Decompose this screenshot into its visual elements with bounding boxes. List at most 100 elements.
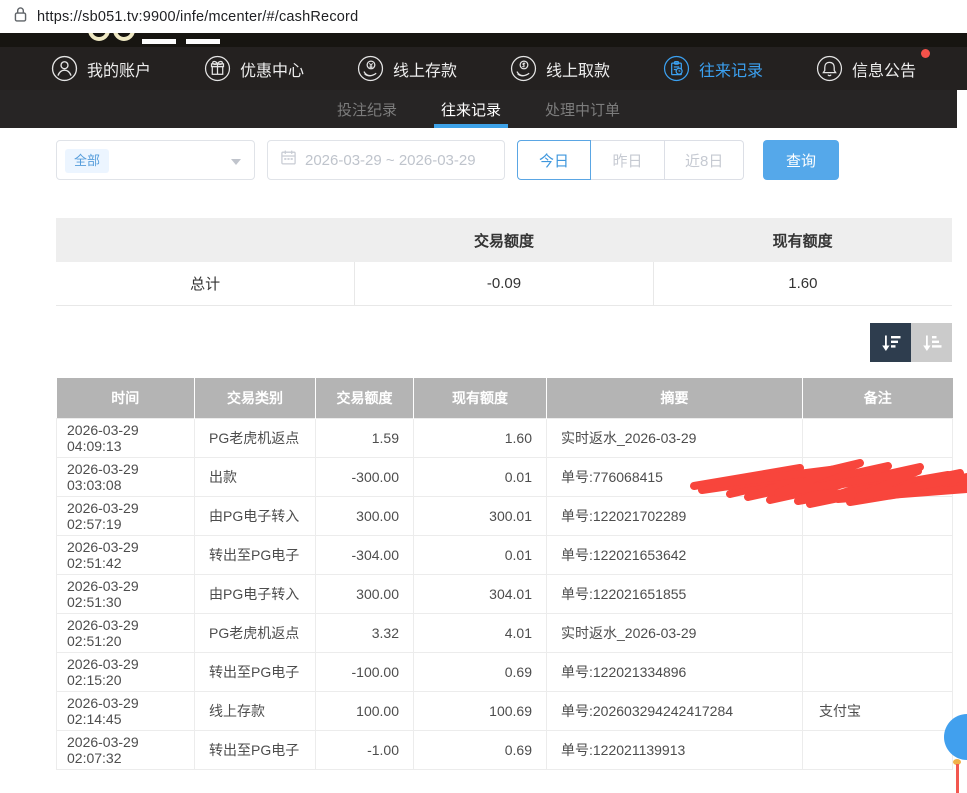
- logo-shape: [186, 39, 220, 44]
- url-text[interactable]: https://sb051.tv:9900/infe/mcenter/#/cas…: [37, 9, 358, 25]
- date-range-value[interactable]: 2026-03-29 ~ 2026-03-29: [305, 152, 476, 169]
- table-cell: 单号:776068415: [547, 457, 803, 496]
- table-cell: 单号:122021334896: [547, 652, 803, 691]
- table-cell: 转出至PG电子: [195, 535, 316, 574]
- table-cell: [803, 730, 953, 769]
- table-cell: 2026-03-29 02:51:30: [57, 574, 195, 613]
- table-cell: -300.00: [316, 457, 414, 496]
- tab-pending-orders[interactable]: 处理中订单: [542, 90, 623, 128]
- table-cell: 2026-03-29 02:51:42: [57, 535, 195, 574]
- table-header-row: 时间 交易类别 交易额度 现有额度 摘要 备注: [57, 378, 953, 418]
- table-cell: [803, 496, 953, 535]
- query-button[interactable]: 查询: [763, 140, 839, 180]
- table-cell: 3.32: [316, 613, 414, 652]
- nav-label: 线上存款: [393, 57, 457, 81]
- table-cell: [803, 535, 953, 574]
- lock-icon: [13, 6, 28, 28]
- table-cell: 100.00: [316, 691, 414, 730]
- summary-balance-total: 1.60: [653, 262, 952, 305]
- table-cell: 2026-03-29 03:03:08: [57, 457, 195, 496]
- nav-label: 往来记录: [699, 57, 763, 81]
- main-navigation: 我的账户 优惠中心 线上存款: [0, 47, 967, 90]
- logo-shape: [142, 39, 176, 44]
- table-cell: 实时返水_2026-03-29: [547, 613, 803, 652]
- table-cell: 0.69: [414, 730, 547, 769]
- gift-icon: [204, 55, 231, 82]
- table-cell: 300.01: [414, 496, 547, 535]
- table-cell: 单号:122021653642: [547, 535, 803, 574]
- header-trade-amount: 交易额度: [316, 378, 414, 418]
- table-cell: [803, 652, 953, 691]
- nav-label: 优惠中心: [240, 57, 304, 81]
- table-cell: 4.01: [414, 613, 547, 652]
- last-8-days-button[interactable]: 近8日: [665, 140, 744, 180]
- table-row: 2026-03-29 02:51:42转出至PG电子-304.000.01单号:…: [57, 535, 953, 574]
- table-cell: 100.69: [414, 691, 547, 730]
- date-range-input[interactable]: 2026-03-29 ~ 2026-03-29: [267, 140, 505, 180]
- table-cell: 2026-03-29 02:14:45: [57, 691, 195, 730]
- table-cell: 0.01: [414, 535, 547, 574]
- table-cell: 0.01: [414, 457, 547, 496]
- today-button[interactable]: 今日: [517, 140, 591, 180]
- summary-table: 交易额度 现有额度 总计 -0.09 1.60: [56, 218, 952, 306]
- table-cell: 0.69: [414, 652, 547, 691]
- table-cell: 300.00: [316, 574, 414, 613]
- table-row: 2026-03-29 02:51:30由PG电子转入300.00304.01单号…: [57, 574, 953, 613]
- table-cell: 2026-03-29 04:09:13: [57, 418, 195, 457]
- table-cell: 实时返水_2026-03-29: [547, 418, 803, 457]
- summary-row: 总计 -0.09 1.60: [56, 262, 952, 305]
- sort-descending-icon: [879, 331, 903, 355]
- sort-descending-button[interactable]: [870, 323, 911, 362]
- table-cell: -1.00: [316, 730, 414, 769]
- table-cell: 300.00: [316, 496, 414, 535]
- chevron-down-icon: [231, 159, 241, 165]
- table-row: 2026-03-29 02:15:20转出至PG电子-100.000.69单号:…: [57, 652, 953, 691]
- summary-header-balance: 现有额度: [653, 218, 952, 262]
- table-cell: 304.01: [414, 574, 547, 613]
- table-cell: [803, 613, 953, 652]
- header-summary: 摘要: [547, 378, 803, 418]
- table-cell: 2026-03-29 02:07:32: [57, 730, 195, 769]
- calendar-icon: [280, 149, 297, 171]
- notification-dot: [921, 49, 930, 58]
- nav-item-withdraw[interactable]: 线上取款: [508, 55, 612, 82]
- summary-header-empty: [56, 218, 355, 262]
- table-row: 2026-03-29 02:07:32转出至PG电子-1.000.69单号:12…: [57, 730, 953, 769]
- summary-trade-total: -0.09: [355, 262, 654, 305]
- table-row: 2026-03-29 03:03:08出款-300.000.01单号:77606…: [57, 457, 953, 496]
- yesterday-button[interactable]: 昨日: [591, 140, 665, 180]
- table-cell: 转出至PG电子: [195, 730, 316, 769]
- table-cell: 2026-03-29 02:15:20: [57, 652, 195, 691]
- transaction-type-select[interactable]: 全部: [56, 140, 255, 180]
- table-cell: PG老虎机返点: [195, 418, 316, 457]
- record-subtabs: 投注纪录 往来记录 处理中订单: [0, 90, 957, 128]
- browser-url-bar[interactable]: https://sb051.tv:9900/infe/mcenter/#/cas…: [0, 0, 967, 33]
- table-cell: [803, 574, 953, 613]
- site-logo-partial: [0, 33, 967, 47]
- sort-ascending-button[interactable]: [911, 323, 952, 362]
- table-cell: [803, 418, 953, 457]
- nav-item-deposit[interactable]: 线上存款: [355, 55, 459, 82]
- table-cell: 单号:122021702289: [547, 496, 803, 535]
- nav-item-announcements[interactable]: 信息公告: [814, 55, 918, 82]
- table-cell: 2026-03-29 02:57:19: [57, 496, 195, 535]
- table-cell: 线上存款: [195, 691, 316, 730]
- selected-type-chip[interactable]: 全部: [65, 149, 109, 173]
- table-cell: 单号:202603294242417284: [547, 691, 803, 730]
- table-cell: 单号:122021139913: [547, 730, 803, 769]
- table-cell: 单号:122021651855: [547, 574, 803, 613]
- tab-cash-records[interactable]: 往来记录: [438, 90, 504, 128]
- table-row: 2026-03-29 04:09:13PG老虎机返点1.591.60实时返水_2…: [57, 418, 953, 457]
- header-transaction-type: 交易类别: [195, 378, 316, 418]
- nav-item-my-account[interactable]: 我的账户: [49, 55, 153, 82]
- table-row: 2026-03-29 02:57:19由PG电子转入300.00300.01单号…: [57, 496, 953, 535]
- table-cell: -304.00: [316, 535, 414, 574]
- sort-ascending-icon: [920, 331, 944, 355]
- table-cell: 1.59: [316, 418, 414, 457]
- nav-item-promotions[interactable]: 优惠中心: [202, 55, 306, 82]
- table-row: 2026-03-29 02:14:45线上存款100.00100.69单号:20…: [57, 691, 953, 730]
- nav-item-cash-records[interactable]: 往来记录: [661, 55, 765, 82]
- records-icon: [663, 55, 690, 82]
- tab-bet-records[interactable]: 投注纪录: [334, 90, 400, 128]
- deposit-icon: [357, 55, 384, 82]
